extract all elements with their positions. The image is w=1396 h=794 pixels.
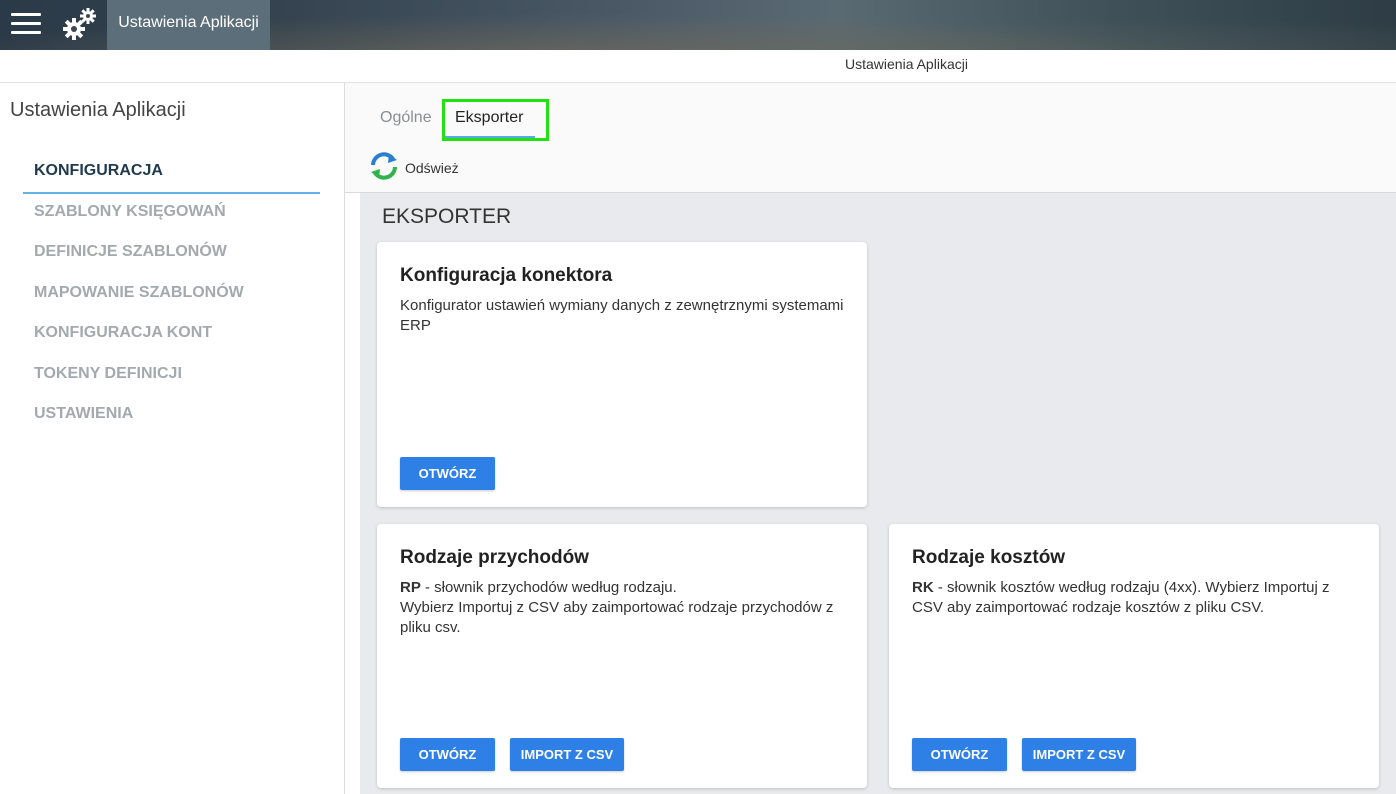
desc-line-1: - słownik przychodów według rodzaju. [420, 579, 677, 596]
card-rodzaje-przychodow: Rodzaje przychodów RP - słownik przychod… [377, 524, 867, 788]
card-description: RK - słownik kosztów według rodzaju (4xx… [912, 578, 1361, 618]
import-csv-button[interactable]: IMPORT Z CSV [1022, 738, 1136, 771]
sidebar-item-tokeny-definicji[interactable]: TOKENY DEFINICJI [23, 356, 320, 397]
tab-ogolne[interactable]: Ogólne [380, 109, 432, 127]
refresh-label: Odśwież [405, 160, 459, 176]
desc-text: - słownik kosztów według rodzaju (4xx). … [912, 579, 1330, 616]
card-description: RP - słownik przychodów według rodzaju. … [400, 578, 849, 638]
top-bar: Ustawienia Aplikacji [0, 0, 1396, 50]
card-rodzaje-kosztow: Rodzaje kosztów RK - słownik kosztów wed… [889, 524, 1379, 788]
card-title: Rodzaje przychodów [400, 547, 589, 568]
card-title: Konfiguracja konektora [400, 265, 613, 286]
sidebar-item-konfiguracja-kont[interactable]: KONFIGURACJA KONT [23, 315, 320, 356]
sidebar-nav: KONFIGURACJA SZABLONY KSIĘGOWAŃ DEFINICJ… [23, 153, 320, 437]
open-button[interactable]: OTWÓRZ [400, 457, 495, 490]
app-tab[interactable]: Ustawienia Aplikacji [107, 0, 270, 50]
code-label: RP [400, 579, 421, 596]
sidebar: Ustawienia Aplikacji KONFIGURACJA SZABLO… [0, 83, 345, 794]
tab-eksporter[interactable]: Eksporter [455, 109, 523, 127]
sidebar-title: Ustawienia Aplikacji [10, 99, 186, 121]
refresh-icon [371, 152, 397, 180]
desc-line-2: Wybierz Importuj z CSV aby zaimportować … [400, 599, 834, 636]
sidebar-item-mapowanie-szablonow[interactable]: MAPOWANIE SZABLONÓW [23, 275, 320, 316]
card-konfiguracja-konektora: Konfiguracja konektora Konfigurator usta… [377, 242, 867, 507]
card-description: Konfigurator ustawień wymiany danych z z… [400, 297, 844, 334]
open-button[interactable]: OTWÓRZ [912, 738, 1007, 771]
gears-icon [60, 4, 100, 44]
breadcrumb: Ustawienia Aplikacji [845, 56, 968, 72]
main-content: EKSPORTER Konfiguracja konektora Konfigu… [360, 193, 1396, 794]
card-title: Rodzaje kosztów [912, 547, 1066, 568]
app-tab-label: Ustawienia Aplikacji [118, 14, 259, 31]
open-button[interactable]: OTWÓRZ [400, 738, 495, 771]
active-tab-underline [445, 136, 535, 138]
hamburger-menu-icon[interactable] [0, 0, 52, 50]
breadcrumb-bar: Ustawienia Aplikacji [0, 50, 1396, 83]
sidebar-item-ustawienia[interactable]: USTAWIENIA [23, 396, 320, 437]
sidebar-item-definicje-szablonow[interactable]: DEFINICJE SZABLONÓW [23, 234, 320, 275]
code-label: RK [912, 579, 934, 596]
sidebar-item-konfiguracja[interactable]: KONFIGURACJA [23, 153, 320, 194]
import-csv-button[interactable]: IMPORT Z CSV [510, 738, 624, 771]
section-title: EKSPORTER [382, 205, 512, 228]
sidebar-item-szablony-ksiegowan[interactable]: SZABLONY KSIĘGOWAŃ [23, 194, 320, 235]
content-header: Ogólne Eksporter Odśwież [345, 83, 1396, 193]
